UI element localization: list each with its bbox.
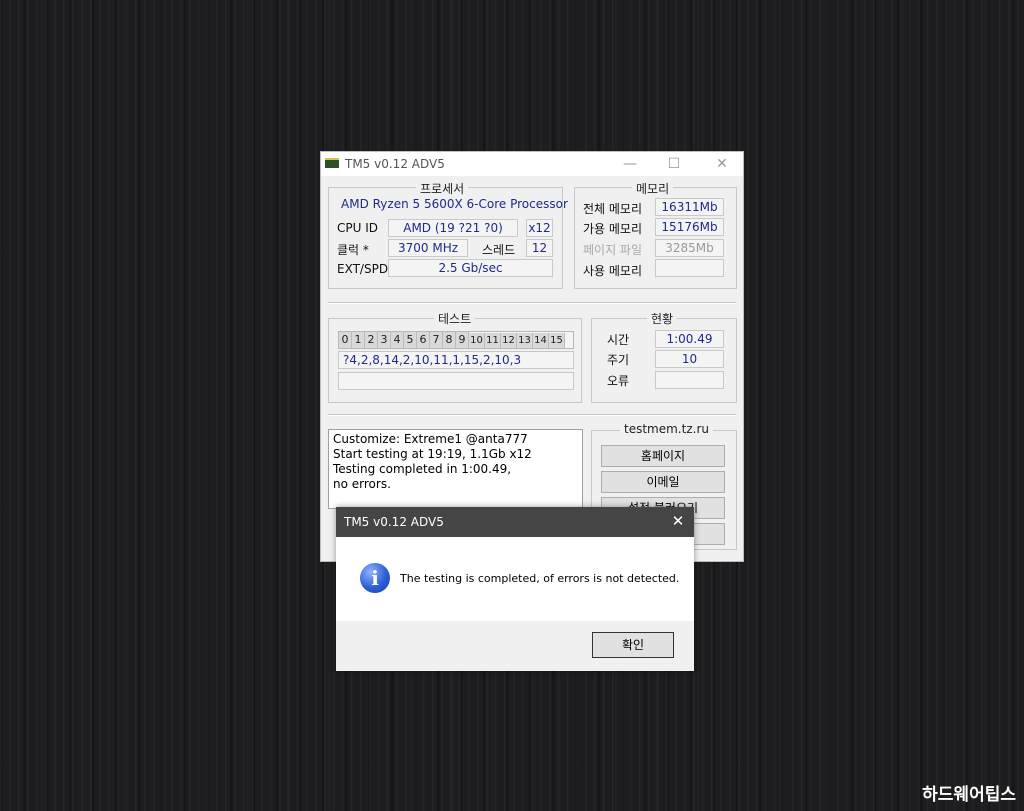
test-cell: 10 (469, 333, 485, 348)
test-cell: 3 (378, 332, 391, 348)
test-cell: 14 (533, 333, 549, 348)
close-icon[interactable]: ✕ (707, 154, 737, 174)
test-cell: 2 (365, 332, 378, 348)
threads-field: 12 (526, 239, 553, 257)
test-cell: 9 (456, 332, 469, 348)
page-file-label: 페이지 파일 (583, 243, 643, 257)
cycle-label: 주기 (607, 353, 630, 367)
dialog-message: The testing is completed, of errors is n… (400, 572, 680, 585)
time-label: 시간 (607, 333, 630, 347)
test-cell: 7 (430, 332, 443, 348)
ok-button[interactable]: 확인 (592, 632, 674, 658)
test-progress-field (338, 372, 574, 390)
log-line: Customize: Extreme1 @anta777 (333, 432, 528, 446)
test-group-label: 테스트 (434, 310, 476, 327)
test-cell: 0 (339, 332, 352, 348)
test-cell: 6 (417, 332, 430, 348)
website-label: testmem.tz.ru (620, 422, 713, 436)
dialog-title: TM5 v0.12 ADV5 (344, 515, 444, 529)
test-cell: 4 (391, 332, 404, 348)
info-icon: i (360, 563, 390, 593)
errors-field (655, 371, 724, 389)
errors-label: 오류 (607, 374, 630, 388)
dialog-close-icon[interactable]: ✕ (668, 512, 688, 530)
total-memory-field: 16311Mb (655, 198, 724, 216)
test-cell: 1 (352, 332, 365, 348)
log-line: no errors. (333, 477, 391, 491)
email-button[interactable]: 이메일 (601, 471, 725, 493)
extspd-label: EXT/SPD (337, 262, 389, 276)
tm5-main-window: TM5 v0.12 ADV5 — ☐ ✕ 프로세서 AMD Ryzen 5 56… (320, 151, 744, 562)
processor-group-label: 프로세서 (416, 180, 469, 197)
total-memory-label: 전체 메모리 (583, 202, 643, 216)
memory-group-label: 메모리 (632, 180, 674, 197)
log-line: Start testing at 19:19, 1.1Gb x12 (333, 447, 532, 461)
test-cell: 13 (517, 333, 533, 348)
threads-label: 스레드 (482, 243, 516, 257)
minimize-icon[interactable]: — (615, 154, 645, 174)
used-memory-field (655, 259, 724, 277)
cpuid-label: CPU ID (337, 221, 378, 235)
test-cell: 8 (443, 332, 456, 348)
main-titlebar[interactable]: TM5 v0.12 ADV5 — ☐ ✕ (321, 152, 743, 176)
homepage-button[interactable]: 홈페이지 (601, 445, 725, 467)
dialog-titlebar[interactable]: TM5 v0.12 ADV5 ✕ (336, 507, 694, 537)
watermark-text: 하드웨어팁스 (922, 785, 1016, 805)
clock-field: 3700 MHz (388, 239, 468, 257)
test-cell: 15 (549, 333, 565, 348)
test-cell: 5 (404, 332, 417, 348)
clock-label: 클럭 * (337, 243, 369, 257)
page-file-field: 3285Mb (655, 239, 724, 257)
cpuid-field: AMD (19 ?21 ?0) (388, 219, 518, 237)
log-textbox[interactable]: Customize: Extreme1 @anta777 Start testi… (328, 429, 583, 509)
available-memory-label: 가용 메모리 (583, 222, 643, 236)
extspd-field: 2.5 Gb/sec (388, 259, 553, 277)
cpuid-mult-field: x12 (526, 219, 553, 237)
test-sequence-field: ?4,2,8,14,2,10,11,1,15,2,10,3 (338, 351, 574, 369)
separator (328, 414, 736, 416)
used-memory-label: 사용 메모리 (583, 264, 643, 278)
main-window-title: TM5 v0.12 ADV5 (345, 157, 445, 171)
log-line: Testing completed in 1:00.49, (333, 462, 512, 476)
test-number-strip: 0 1 2 3 4 5 6 7 8 9 10 11 12 13 14 15 (338, 331, 574, 349)
test-cell: 11 (485, 333, 501, 348)
maximize-icon[interactable]: ☐ (659, 154, 689, 174)
cpu-name: AMD Ryzen 5 5600X 6-Core Processor (341, 197, 568, 211)
memory-module-icon (325, 158, 339, 168)
test-cell: 12 (501, 333, 517, 348)
cycle-field: 10 (655, 350, 724, 368)
time-field: 1:00.49 (655, 330, 724, 348)
available-memory-field: 15176Mb (655, 218, 724, 236)
status-group-label: 현황 (647, 310, 678, 327)
separator (328, 302, 736, 304)
completion-dialog: TM5 v0.12 ADV5 ✕ i The testing is comple… (336, 507, 694, 671)
